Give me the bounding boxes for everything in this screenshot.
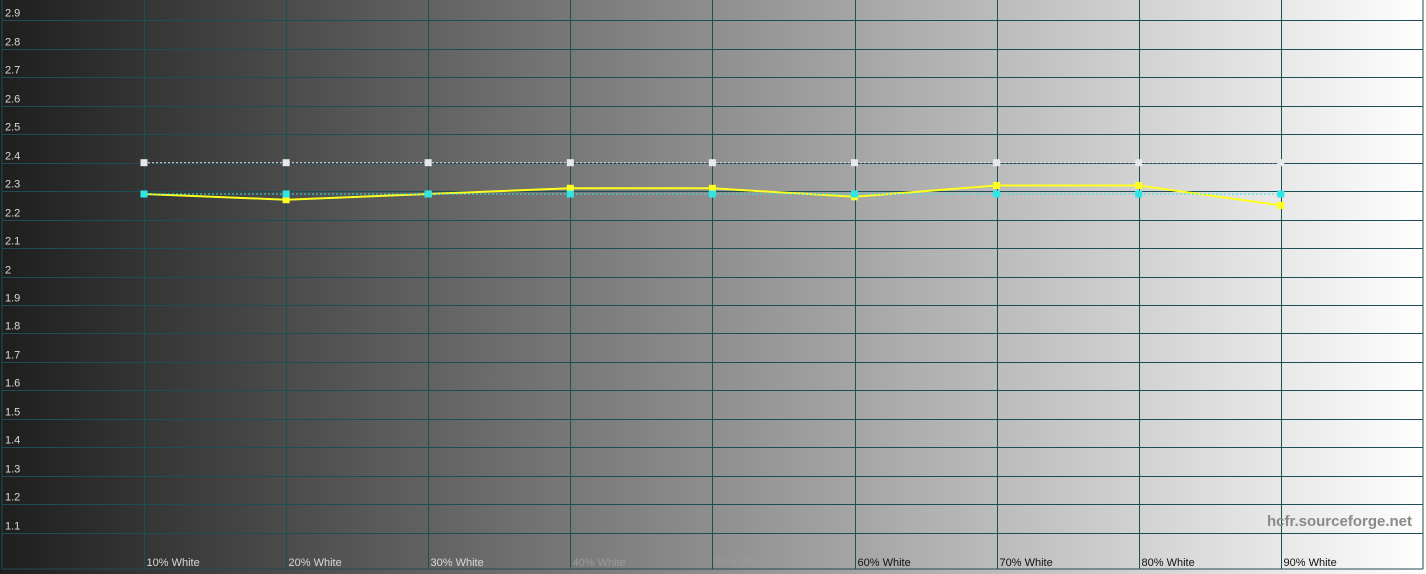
x-tick-label: 20% White: [289, 557, 342, 569]
y-tick-label: 2.1: [5, 236, 20, 248]
reference-gamma-point: [1135, 159, 1143, 167]
x-tick-label: 10% White: [147, 557, 200, 569]
measured-gamma-point: [993, 182, 1001, 189]
average-gamma-point: [708, 190, 716, 198]
y-tick-label: 1.2: [5, 492, 20, 504]
y-tick-label: 2.4: [5, 151, 20, 163]
x-tick-label: 60% White: [858, 557, 911, 569]
watermark-label: hcfr.sourceforge.net: [1267, 513, 1412, 530]
x-tick-label: 70% White: [1000, 557, 1053, 569]
y-tick-label: 1.9: [5, 293, 20, 305]
average-gamma-point: [566, 190, 574, 198]
y-tick-label: 1.7: [5, 350, 20, 362]
y-tick-label: 2.3: [5, 179, 20, 191]
reference-gamma-point: [566, 159, 574, 167]
y-tick-label: 2: [5, 265, 11, 277]
reference-gamma-point: [424, 159, 432, 167]
average-gamma-point: [424, 190, 432, 198]
reference-gamma-point: [851, 159, 858, 167]
y-tick-label: 2.8: [5, 37, 20, 49]
reference-gamma-point: [993, 159, 1001, 167]
average-gamma-point: [282, 190, 290, 198]
y-tick-label: 2.7: [5, 65, 20, 77]
gamma-chart-panel: 1.1 1.2 1.3 1.4 1.5 1.6 1.7 1.8 1.9 2 2.1 2.2 2.3 2.4…: [0, 0, 1426, 574]
x-tick-label: 30% White: [431, 557, 484, 569]
x-tick-label: 40% White: [573, 557, 626, 569]
reference-gamma-point: [140, 159, 148, 167]
x-tick-label: 80% White: [1142, 557, 1195, 569]
reference-gamma-point: [708, 159, 716, 167]
x-tick-label: 50% White: [715, 557, 768, 569]
average-gamma-point: [851, 190, 858, 198]
y-tick-label: 1.1: [5, 521, 20, 533]
y-tick-label: 2.6: [5, 94, 20, 106]
y-tick-label: 2.2: [5, 208, 20, 220]
y-tick-label: 2.9: [5, 8, 20, 20]
y-tick-label: 1.5: [5, 407, 20, 419]
y-tick-label: 2.5: [5, 122, 20, 134]
y-tick-label: 1.6: [5, 378, 20, 390]
measured-gamma-point: [1135, 182, 1143, 189]
average-gamma-point: [1135, 190, 1143, 198]
gamma-chart: 1.1 1.2 1.3 1.4 1.5 1.6 1.7 1.8 1.9 2 2.1 2.2 2.3 2.4…: [0, 0, 1426, 574]
average-gamma-point: [140, 190, 148, 198]
reference-gamma-point: [1277, 159, 1285, 167]
average-gamma-point: [993, 190, 1001, 198]
x-tick-label: 90% White: [1284, 557, 1337, 569]
y-tick-label: 1.3: [5, 464, 20, 476]
average-gamma-point: [1277, 190, 1285, 198]
measured-gamma-point: [1277, 201, 1285, 209]
y-tick-label: 1.8: [5, 321, 20, 333]
y-tick-label: 1.4: [5, 435, 20, 447]
reference-gamma-point: [282, 159, 290, 167]
